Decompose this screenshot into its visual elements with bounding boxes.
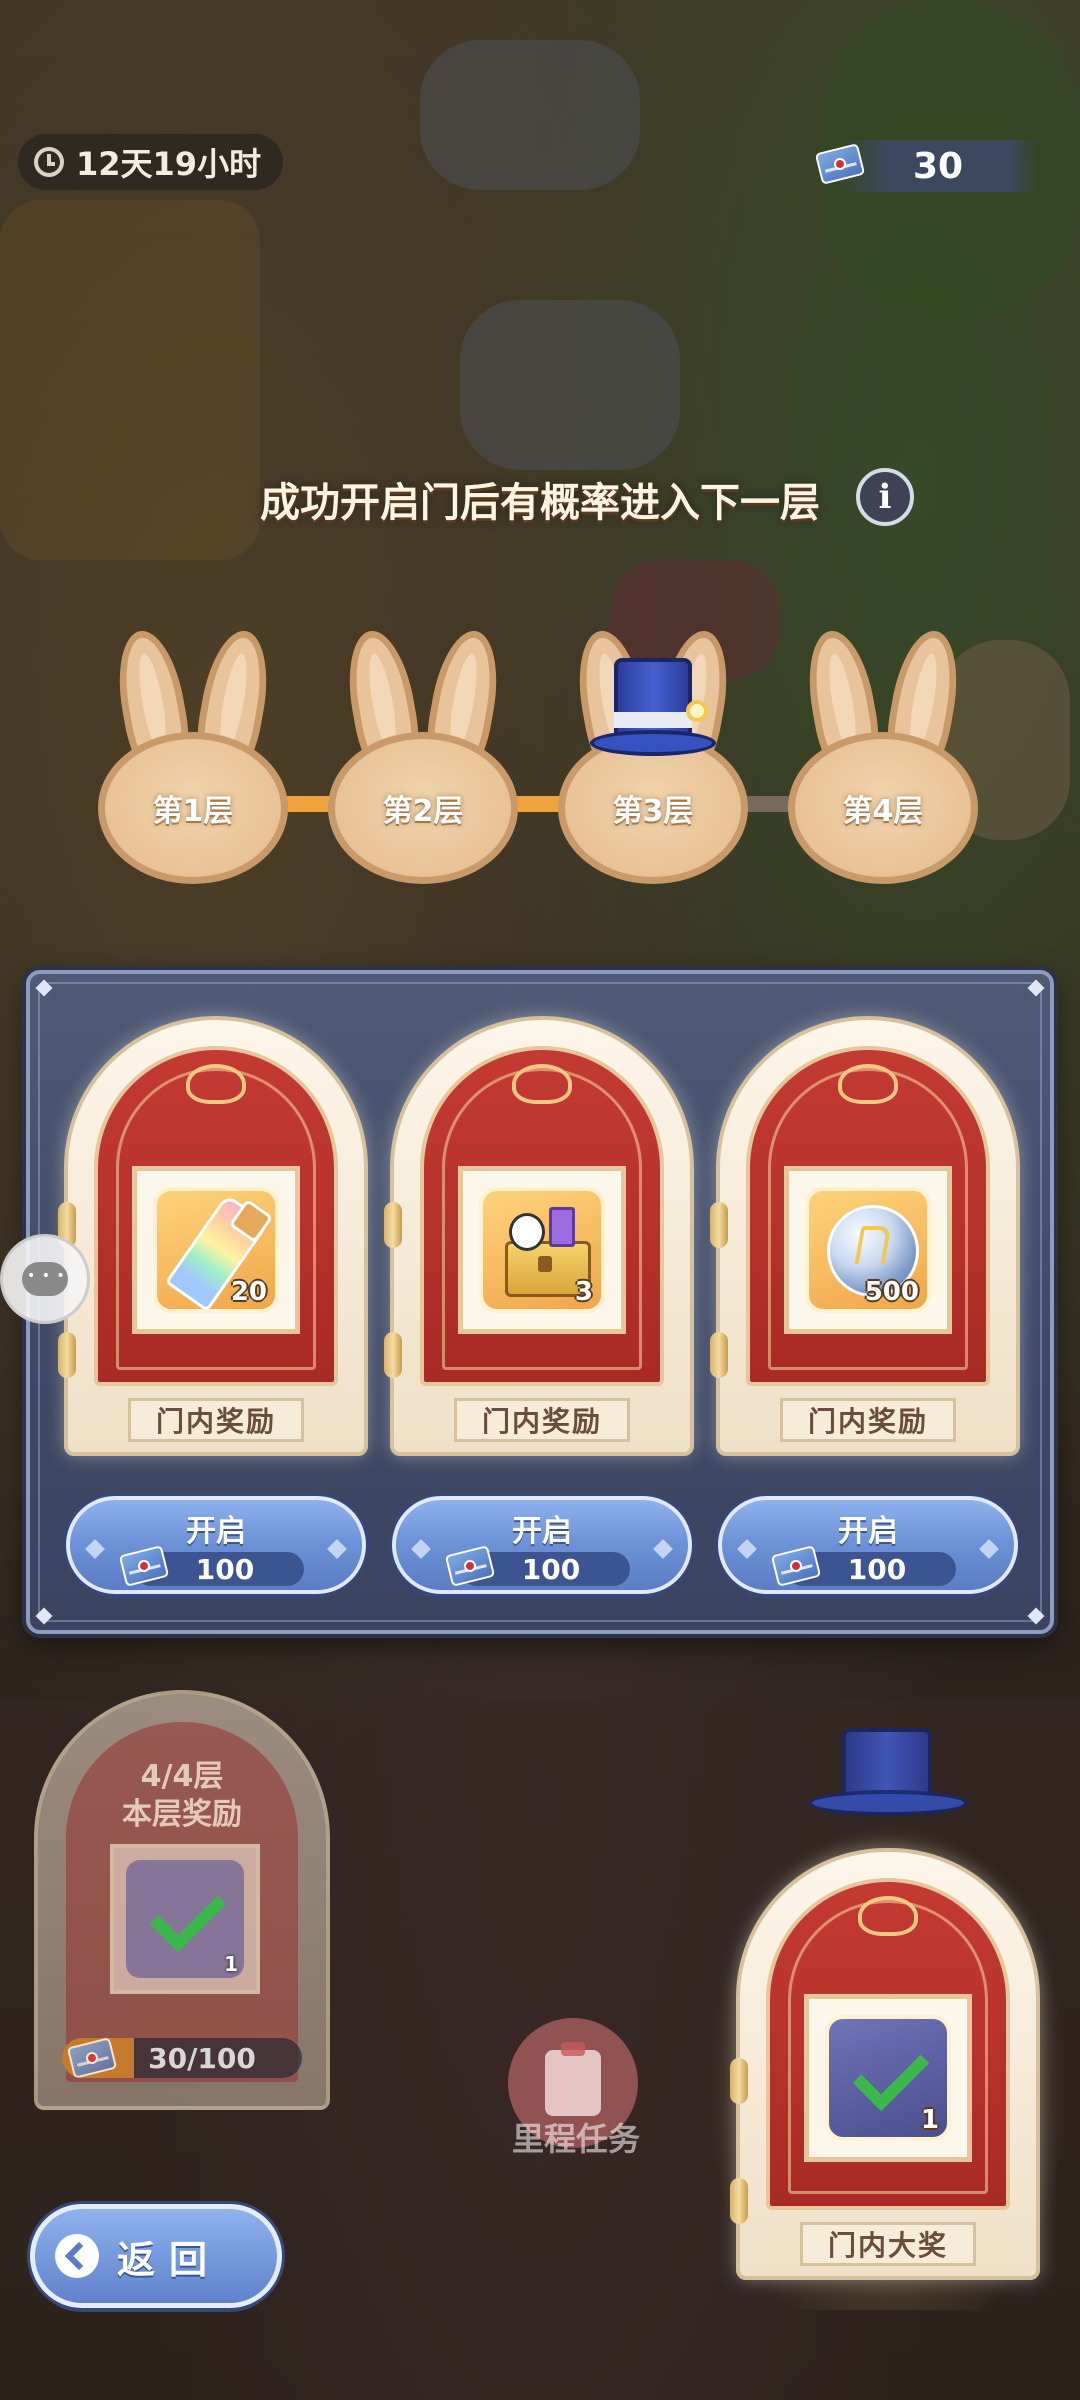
event-timer: 12天19小时 — [18, 134, 284, 190]
rainbow-paint-tube-icon: 20 — [153, 1187, 279, 1313]
envelope-currency-icon — [814, 143, 866, 185]
floor-progress-bar: 30/100 — [62, 2038, 302, 2078]
floor-reward-door[interactable]: 4/4层 本层奖励 1 30/100 — [34, 1690, 330, 2110]
floor-label: 第2层 — [382, 794, 464, 829]
floor-count: 4/4层 — [140, 1759, 224, 1794]
floor-reward-slot: 1 — [110, 1844, 260, 1994]
open-label: 开启 — [512, 1514, 572, 1549]
clipboard-icon — [545, 2042, 601, 2116]
grand-prize-slot: 1 — [804, 1994, 972, 2162]
grand-prize-door[interactable]: 1 门内大奖 — [706, 1728, 1070, 2310]
open-door-button-1[interactable]: 开启 100 — [66, 1496, 366, 1594]
door-card-1[interactable]: 20 门内奖励 — [58, 1016, 368, 1456]
timer-text: 12天19小时 — [76, 145, 262, 183]
clock-icon — [34, 147, 64, 177]
door-reward-slot: 3 — [458, 1166, 626, 1334]
costume-item-icon: 1 — [126, 1860, 244, 1978]
chat-button[interactable] — [0, 1234, 90, 1324]
door-reward-slot: 20 — [132, 1166, 300, 1334]
reward-quantity: 3 — [574, 1277, 593, 1307]
open-label: 开启 — [838, 1514, 898, 1549]
music-chest-icon: 3 — [479, 1187, 605, 1313]
floor-hint-text: 成功开启门后有概率进入下一层 — [260, 480, 820, 526]
door-reward-label: 门内奖励 — [780, 1398, 956, 1442]
costume-item-icon: 1 — [825, 2015, 951, 2141]
info-icon[interactable]: i — [856, 468, 914, 526]
reward-quantity: 500 — [864, 1277, 919, 1307]
open-label: 开启 — [186, 1514, 246, 1549]
door-reward-label: 门内奖励 — [454, 1398, 630, 1442]
back-button[interactable]: 返回 — [30, 2204, 282, 2308]
reward-quantity: 1 — [920, 2105, 939, 2135]
floor-label: 第3层 — [612, 794, 694, 829]
back-arrow-icon — [55, 2234, 99, 2278]
door-card-2[interactable]: 3 门内奖励 — [384, 1016, 694, 1456]
door-reward-label: 门内奖励 — [128, 1398, 304, 1442]
door-reward-slot: 500 — [784, 1166, 952, 1334]
floor-label: 第4层 — [842, 794, 924, 829]
floor-node-1: 第1层 — [98, 620, 288, 890]
floor-label: 第1层 — [152, 794, 234, 829]
floor-progress: 第1层 第2层 第3层 第4层 — [0, 620, 1080, 890]
top-hat-marker-icon — [590, 658, 716, 768]
top-hat-decoration-icon — [808, 1728, 968, 1818]
floor-node-3-current: 第3层 — [558, 620, 748, 890]
open-door-button-2[interactable]: 开启 100 — [392, 1496, 692, 1594]
reward-quantity: 1 — [224, 1952, 238, 1976]
currency-value: 30 — [912, 145, 964, 187]
progress-text: 30/100 — [148, 2041, 256, 2075]
doors-panel: 20 门内奖励 开启 100 3 门内奖励 开启 100 500 门内奖励 开启… — [26, 970, 1054, 1634]
floor-reward-label: 本层奖励 — [122, 1797, 242, 1832]
floor-reward-title: 4/4层 本层奖励 — [38, 1758, 326, 1834]
chat-bubble-icon — [22, 1262, 68, 1296]
currency-counter: 30 — [838, 140, 1038, 192]
reward-quantity: 20 — [230, 1277, 267, 1307]
checkmark-icon — [149, 1875, 227, 1953]
door-card-3[interactable]: 500 门内奖励 — [710, 1016, 1020, 1456]
floor-node-2: 第2层 — [328, 620, 518, 890]
open-door-button-3[interactable]: 开启 100 — [718, 1496, 1018, 1594]
floor-node-4: 第4层 — [788, 620, 978, 890]
crystal-orb-icon: 500 — [805, 1187, 931, 1313]
milestone-task-label: 里程任务 — [511, 2120, 640, 2158]
back-label: 返回 — [117, 2237, 222, 2282]
grand-prize-label: 门内大奖 — [800, 2222, 976, 2266]
checkmark-icon — [852, 2034, 930, 2112]
